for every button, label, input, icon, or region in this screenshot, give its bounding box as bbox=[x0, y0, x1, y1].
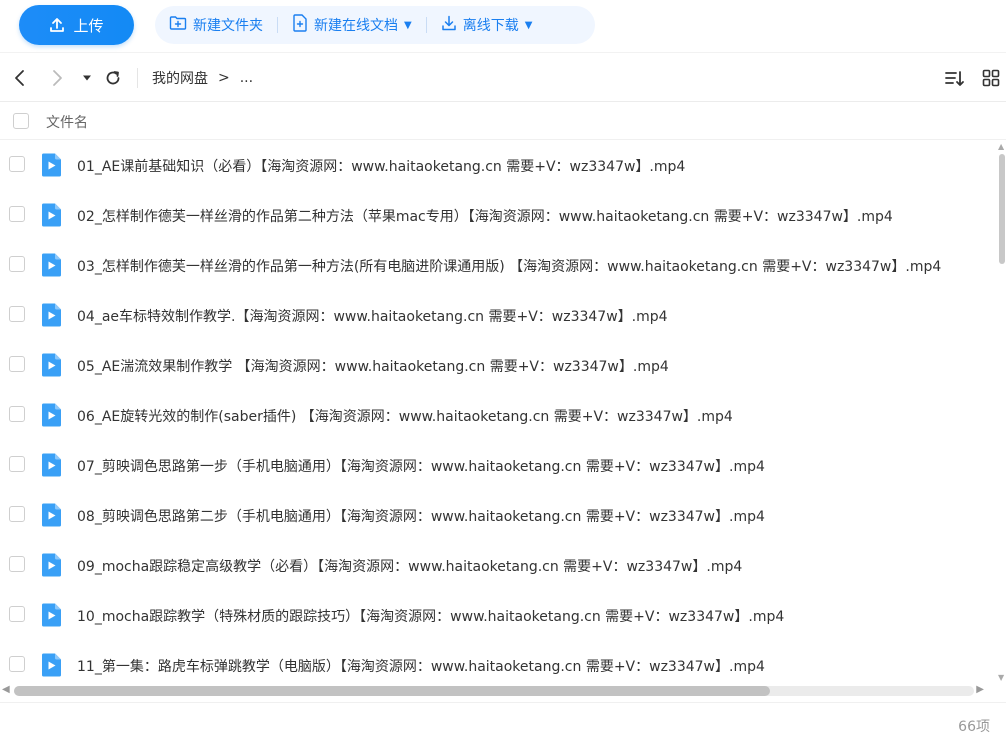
divider bbox=[137, 68, 138, 88]
horizontal-scroll-thumb[interactable] bbox=[14, 686, 770, 696]
file-name: 09_mocha跟踪稳定高级教学（必看）【海淘资源网：www.haitaoket… bbox=[77, 559, 743, 575]
video-file-icon bbox=[40, 503, 62, 527]
history-dropdown-icon[interactable] bbox=[76, 67, 98, 89]
horizontal-scrollbar[interactable]: ◀ ▶ bbox=[0, 684, 998, 698]
select-all-checkbox[interactable] bbox=[13, 113, 29, 129]
file-name: 04_ae车标特效制作教学.【海淘资源网：www.haitaoketang.cn… bbox=[77, 309, 668, 325]
upload-button[interactable]: 上传 bbox=[19, 5, 134, 45]
sort-icon[interactable] bbox=[945, 69, 965, 89]
file-row[interactable]: 11_第一集：路虎车标弹跳教学（电脑版）【海淘资源网：www.haitaoket… bbox=[0, 640, 998, 690]
doc-add-icon bbox=[292, 14, 308, 36]
row-checkbox[interactable] bbox=[9, 156, 25, 172]
file-row[interactable]: 04_ae车标特效制作教学.【海淘资源网：www.haitaoketang.cn… bbox=[0, 290, 998, 340]
upload-label: 上传 bbox=[73, 16, 104, 35]
row-checkbox[interactable] bbox=[9, 256, 25, 272]
offline-download-button[interactable]: 离线下载 ▼ bbox=[427, 6, 547, 44]
offline-download-label: 离线下载 bbox=[462, 18, 519, 34]
file-list: 01_AE课前基础知识（必看）【海淘资源网：www.haitaoketang.c… bbox=[0, 140, 998, 690]
file-row[interactable]: 09_mocha跟踪稳定高级教学（必看）【海淘资源网：www.haitaoket… bbox=[0, 540, 998, 590]
row-checkbox[interactable] bbox=[9, 506, 25, 522]
file-row[interactable]: 01_AE课前基础知识（必看）【海淘资源网：www.haitaoketang.c… bbox=[0, 140, 998, 190]
file-row[interactable]: 10_mocha跟踪教学（特殊材质的跟踪技巧）【海淘资源网：www.haitao… bbox=[0, 590, 998, 640]
refresh-icon[interactable] bbox=[102, 67, 124, 89]
file-row[interactable]: 05_AE湍流效果制作教学 【海淘资源网：www.haitaoketang.cn… bbox=[0, 340, 998, 390]
folder-add-icon bbox=[169, 15, 187, 35]
caret-down-icon: ▼ bbox=[524, 19, 533, 31]
file-row[interactable]: 02_怎样制作德芙一样丝滑的作品第二种方法（苹果mac专用）【海淘资源网：www… bbox=[0, 190, 998, 240]
file-name: 03_怎样制作德芙一样丝滑的作品第一种方法(所有电脑进阶课通用版) 【海淘资源网… bbox=[77, 259, 942, 275]
caret-down-icon: ▼ bbox=[404, 19, 412, 31]
forward-icon[interactable] bbox=[47, 67, 69, 89]
video-file-icon bbox=[40, 153, 62, 177]
row-checkbox[interactable] bbox=[9, 606, 25, 622]
video-file-icon bbox=[40, 253, 62, 277]
breadcrumb-ellipsis[interactable]: ... bbox=[240, 70, 253, 86]
cloud-drive-app: 上传 新建文件夹 新建在线文档 ▼ 离线下载 ▼ 我的网盘 > ... 文件名 … bbox=[0, 0, 1006, 737]
back-icon[interactable] bbox=[8, 67, 30, 89]
scroll-right-icon[interactable]: ▶ bbox=[976, 684, 984, 695]
grid-view-icon[interactable] bbox=[982, 69, 1002, 89]
file-name: 05_AE湍流效果制作教学 【海淘资源网：www.haitaoketang.cn… bbox=[77, 359, 669, 375]
video-file-icon bbox=[40, 553, 62, 577]
row-checkbox[interactable] bbox=[9, 306, 25, 322]
action-group: 新建文件夹 新建在线文档 ▼ 离线下载 ▼ bbox=[155, 6, 595, 44]
scroll-up-icon[interactable]: ▲ bbox=[998, 142, 1004, 151]
row-checkbox[interactable] bbox=[9, 206, 25, 222]
row-checkbox[interactable] bbox=[9, 656, 25, 672]
toolbar: 上传 新建文件夹 新建在线文档 ▼ 离线下载 ▼ bbox=[0, 0, 1006, 52]
vertical-scroll-thumb[interactable] bbox=[999, 154, 1005, 264]
row-checkbox[interactable] bbox=[9, 456, 25, 472]
column-header-name[interactable]: 文件名 bbox=[46, 112, 88, 132]
path-bar: 我的网盘 > ... bbox=[0, 52, 1006, 102]
row-checkbox[interactable] bbox=[9, 556, 25, 572]
row-checkbox[interactable] bbox=[9, 406, 25, 422]
video-file-icon bbox=[40, 203, 62, 227]
download-icon bbox=[441, 15, 457, 35]
file-row[interactable]: 06_AE旋转光效的制作(saber插件) 【海淘资源网：www.haitaok… bbox=[0, 390, 998, 440]
video-file-icon bbox=[40, 603, 62, 627]
vertical-scrollbar[interactable]: ▲ ▼ bbox=[998, 142, 1006, 682]
video-file-icon bbox=[40, 303, 62, 327]
list-header: 文件名 bbox=[0, 102, 1006, 140]
file-row[interactable]: 07_剪映调色思路第一步（手机电脑通用）【海淘资源网：www.haitaoket… bbox=[0, 440, 998, 490]
file-name: 07_剪映调色思路第一步（手机电脑通用）【海淘资源网：www.haitaoket… bbox=[77, 459, 765, 475]
new-folder-button[interactable]: 新建文件夹 bbox=[155, 6, 277, 44]
new-online-doc-label: 新建在线文档 bbox=[314, 18, 398, 34]
upload-icon bbox=[49, 17, 65, 33]
item-count: 66项 bbox=[958, 719, 990, 735]
new-folder-label: 新建文件夹 bbox=[193, 18, 263, 34]
video-file-icon bbox=[40, 353, 62, 377]
file-row[interactable]: 08_剪映调色思路第二步（手机电脑通用）【海淘资源网：www.haitaoket… bbox=[0, 490, 998, 540]
video-file-icon bbox=[40, 653, 62, 677]
scroll-left-icon[interactable]: ◀ bbox=[2, 684, 10, 695]
file-name: 08_剪映调色思路第二步（手机电脑通用）【海淘资源网：www.haitaoket… bbox=[77, 509, 765, 525]
file-name: 02_怎样制作德芙一样丝滑的作品第二种方法（苹果mac专用）【海淘资源网：www… bbox=[77, 209, 893, 225]
breadcrumb-root[interactable]: 我的网盘 bbox=[152, 68, 208, 88]
file-row[interactable]: 03_怎样制作德芙一样丝滑的作品第一种方法(所有电脑进阶课通用版) 【海淘资源网… bbox=[0, 240, 998, 290]
scroll-down-icon[interactable]: ▼ bbox=[998, 673, 1004, 682]
breadcrumb: 我的网盘 > ... bbox=[152, 68, 253, 88]
file-name: 10_mocha跟踪教学（特殊材质的跟踪技巧）【海淘资源网：www.haitao… bbox=[77, 609, 785, 625]
file-name: 06_AE旋转光效的制作(saber插件) 【海淘资源网：www.haitaok… bbox=[77, 409, 733, 425]
video-file-icon bbox=[40, 453, 62, 477]
new-online-doc-button[interactable]: 新建在线文档 ▼ bbox=[278, 6, 426, 44]
status-bar: 66项 bbox=[0, 702, 1006, 737]
file-name: 11_第一集：路虎车标弹跳教学（电脑版）【海淘资源网：www.haitaoket… bbox=[77, 659, 765, 675]
row-checkbox[interactable] bbox=[9, 356, 25, 372]
breadcrumb-separator: > bbox=[218, 70, 230, 86]
file-name: 01_AE课前基础知识（必看）【海淘资源网：www.haitaoketang.c… bbox=[77, 159, 686, 175]
video-file-icon bbox=[40, 403, 62, 427]
